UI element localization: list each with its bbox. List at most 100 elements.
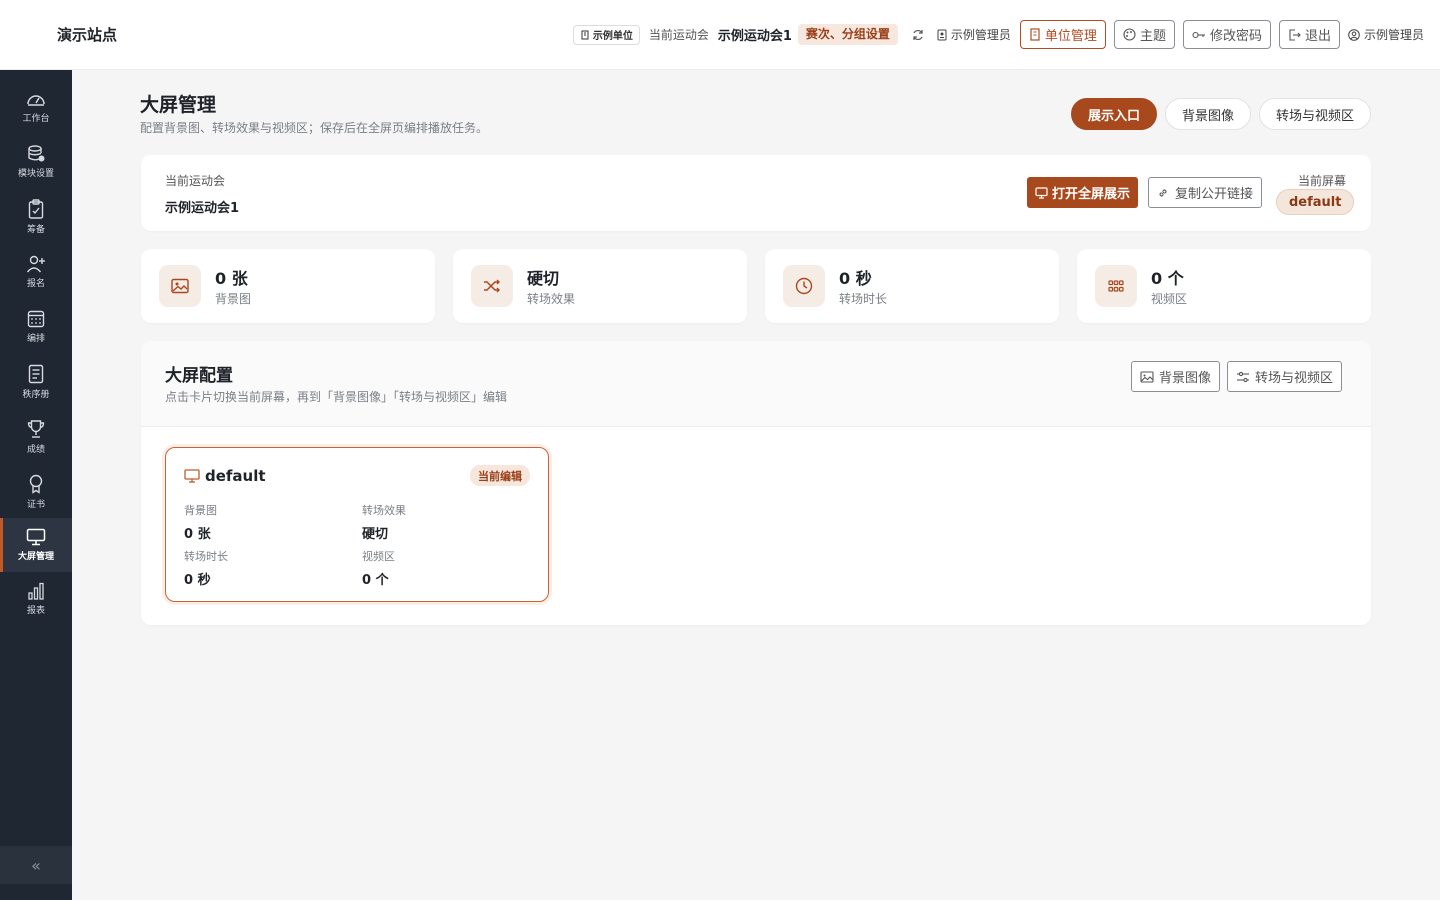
sidebar-item-preparation[interactable]: 筹备 [0,190,72,244]
stat-card-background: 0 张 背景图 [141,249,435,323]
sidebar-item-module-settings[interactable]: 模块设置 [0,135,72,189]
double-chevron-left-icon: « [31,855,41,875]
trophy-icon [27,420,45,438]
tab-transition-video[interactable]: 转场与视频区 [1258,98,1371,130]
field-label: 背景图 [184,504,217,517]
theme-button[interactable]: 主题 [1113,20,1175,49]
screen-field-video-area: 视频区 0 个 [362,548,532,588]
copy-public-link-label: 复制公开链接 [1175,187,1254,202]
grid-icon [1095,265,1137,307]
monitor-icon [184,469,200,483]
sidebar-item-scheduling[interactable]: 编排 [0,300,72,354]
link-icon [1159,188,1167,197]
stat-label: 转场效果 [527,292,576,306]
logout-button[interactable]: 退出 [1278,20,1340,49]
user-menu[interactable]: 示例管理员 [1348,26,1424,43]
site-title: 演示站点 [57,26,118,44]
header-actions: 示例单位 当前运动会 示例运动会1 赛次、分组设置 示例管理员 单位管理 主题 … [572,20,1424,49]
user-circle-icon [1348,28,1360,41]
current-edit-badge: 当前编辑 [470,465,530,486]
bar-chart-icon [28,582,44,600]
open-fullscreen-button[interactable]: 打开全屏展示 [1027,177,1139,208]
sidebar-item-certificates[interactable]: 证书 [0,465,72,519]
dashboard-icon [27,95,45,106]
sliders-icon [1237,371,1249,382]
sidebar-item-results[interactable]: 成绩 [0,410,72,464]
background-image-button[interactable]: 背景图像 [1131,361,1221,392]
palette-icon [1123,28,1136,41]
stat-label: 背景图 [215,292,252,306]
sidebar-item-label: 成绩 [26,445,45,455]
tab-background-image[interactable]: 背景图像 [1164,98,1251,130]
round-setting-badge[interactable]: 赛次、分组设置 [797,24,898,45]
sidebar-item-workbench[interactable]: 工作台 [0,80,72,134]
sidebar-item-label: 大屏管理 [17,552,54,562]
field-value: 0 秒 [184,573,211,588]
field-value: 硬切 [362,527,389,542]
background-image-label: 背景图像 [1159,371,1212,386]
logout-label: 退出 [1304,29,1331,44]
sidebar-collapse-button[interactable]: « [0,846,72,884]
unit-chip[interactable]: 示例单位 [572,24,640,45]
meet-label: 当前运动会 [165,174,226,188]
sidebar-item-label: 工作台 [22,114,50,124]
stat-value: 0 个 [1151,269,1184,288]
config-subtitle: 点击卡片切换当前屏幕，再到「背景图像」「转场与视频区」编辑 [165,390,508,404]
sidebar-item-label: 编排 [26,334,45,344]
clock-icon [783,265,825,307]
sidebar-item-label: 报表 [26,606,45,616]
current-screen-badge: default [1276,189,1355,215]
screen-card-title: default [184,467,266,485]
database-settings-icon [28,145,45,162]
image-icon [1140,370,1154,383]
screen-card-default[interactable]: default 当前编辑 背景图 0 张 转场效果 硬切 转场时长 0 秒 视频… [165,447,549,602]
sidebar-item-program-book[interactable]: 秩序册 [0,355,72,409]
screen-field-duration: 转场时长 0 秒 [184,548,354,588]
change-password-label: 修改密码 [1209,29,1262,44]
top-header: 演示站点 示例单位 当前运动会 示例运动会1 赛次、分组设置 示例管理员 单位管… [0,0,1440,70]
sidebar-item-label: 筹备 [26,225,45,235]
stat-value: 硬切 [527,269,560,288]
building-icon [1030,28,1040,41]
tab-display-entry[interactable]: 展示入口 [1070,98,1157,130]
screen-config-panel: 大屏配置 点击卡片切换当前屏幕，再到「背景图像」「转场与视频区」编辑 背景图像 … [141,341,1371,625]
sidebar-item-reports[interactable]: 报表 [0,572,72,626]
copy-public-link-button[interactable]: 复制公开链接 [1148,177,1263,208]
unit-manage-button[interactable]: 单位管理 [1019,20,1106,49]
shuffle-icon [471,265,513,307]
calendar-grid-icon [27,310,45,328]
stat-card-transition: 硬切 转场效果 [453,249,747,323]
key-icon [1192,31,1205,38]
screen-card-name: default [205,467,266,485]
sidebar-item-big-screen[interactable]: 大屏管理 [0,518,72,572]
current-screen-label: 当前屏幕 [1298,174,1347,188]
badge-icon [937,29,947,40]
page-title: 大屏管理 [140,94,217,116]
monitor-icon [1035,186,1048,199]
stat-value: 0 秒 [839,269,872,288]
sidebar: 工作台 模块设置 筹备 报名 编排 秩序册 成绩 证书 大屏管理 报表 « [0,70,72,900]
current-meet-card: 当前运动会 示例运动会1 打开全屏展示 复制公开链接 当前屏幕 default [141,155,1371,231]
change-password-button[interactable]: 修改密码 [1182,20,1271,49]
building-icon [581,30,589,39]
sidebar-item-registration[interactable]: 报名 [0,245,72,299]
field-label: 转场效果 [362,504,406,517]
stat-value: 0 张 [215,269,248,288]
current-meet-label: 当前运动会 [648,28,709,42]
transition-video-label: 转场与视频区 [1255,371,1334,386]
unit-chip-label: 示例单位 [592,31,633,42]
meet-name: 示例运动会1 [165,201,240,216]
stat-label: 转场时长 [839,292,888,306]
unit-manage-label: 单位管理 [1044,29,1097,44]
sidebar-item-label: 模块设置 [17,169,54,179]
user-name: 示例管理员 [1363,28,1424,42]
refresh-icon[interactable] [911,28,925,42]
page-tabs: 展示入口 背景图像 转场与视频区 [1063,98,1371,130]
document-list-icon [28,364,44,384]
current-meet-name: 示例运动会1 [717,29,792,44]
transition-video-button[interactable]: 转场与视频区 [1227,361,1343,392]
admin-indicator: 示例管理员 [937,26,1011,43]
field-value: 0 个 [362,573,389,588]
page-subtitle: 配置背景图、转场效果与视频区；保存后在全屏页编排播放任务。 [140,121,489,135]
admin-label: 示例管理员 [950,28,1011,42]
